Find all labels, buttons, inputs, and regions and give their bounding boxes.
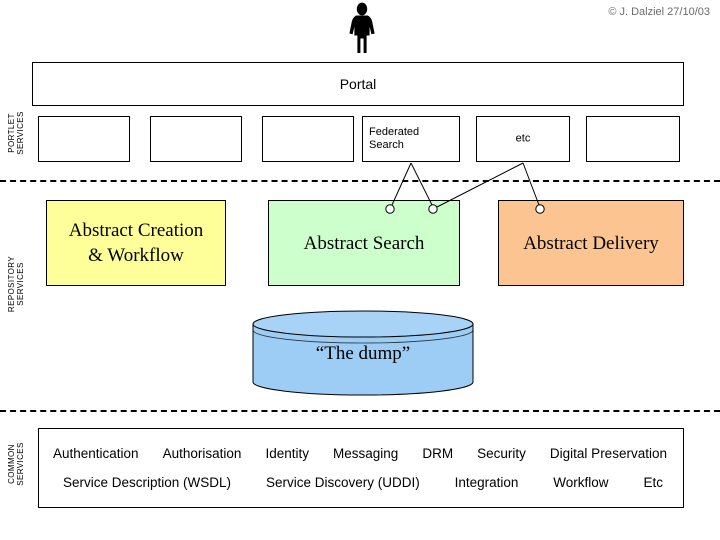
common-service-authentication[interactable]: Authentication [53,446,139,461]
portlet-label-federated-search: Federated Search [369,126,420,151]
portlet-box-3[interactable] [262,116,354,162]
portlet-box-etc[interactable]: etc [476,116,570,162]
common-service-service-description[interactable]: Service Description (WSDL) [63,475,231,490]
common-service-identity[interactable]: Identity [265,446,309,461]
abstract-creation-workflow-label: Abstract Creation & Workflow [68,220,204,266]
common-services-panel: Authentication Authorisation Identity Me… [38,428,684,508]
portlet-label-etc: etc [515,132,531,145]
portlet-box-6[interactable] [586,116,680,162]
band-label-common-services: COMMON SERVICES [7,442,25,486]
datastore-label: “The dump” [315,343,411,364]
portlet-box-1[interactable] [38,116,130,162]
abstract-creation-workflow-box[interactable]: Abstract Creation & Workflow [46,200,226,286]
portlet-box-2[interactable] [150,116,242,162]
common-service-service-discovery[interactable]: Service Discovery (UDDI) [266,475,420,490]
common-service-security[interactable]: Security [477,446,526,461]
copyright-notice: © J. Dalziel 27/10/03 [608,6,710,18]
common-service-drm[interactable]: DRM [422,446,453,461]
portal-bar[interactable]: Portal [32,62,684,106]
band-divider-repository-common [0,410,720,412]
common-service-authorisation[interactable]: Authorisation [163,446,242,461]
portal-label: Portal [339,76,377,92]
user-silhouette-icon [344,2,380,54]
abstract-delivery-box[interactable]: Abstract Delivery [498,200,684,286]
common-service-integration[interactable]: Integration [455,475,519,490]
diagram-canvas: © J. Dalziel 27/10/03 Portal PORTLET SER… [0,0,720,540]
band-label-repository-services: REPOSITORY SERVICES [7,255,25,313]
abstract-search-label: Abstract Search [303,232,425,254]
common-service-workflow[interactable]: Workflow [553,475,608,490]
common-services-row-2: Service Description (WSDL) Service Disco… [51,468,671,497]
common-service-digital-preservation[interactable]: Digital Preservation [550,446,667,461]
band-label-portlet-services: PORTLET SERVICES [7,111,25,155]
abstract-delivery-label: Abstract Delivery [523,232,659,254]
common-service-messaging[interactable]: Messaging [333,446,398,461]
common-services-row-1: Authentication Authorisation Identity Me… [51,439,671,468]
portlet-box-federated-search[interactable]: Federated Search [362,116,460,162]
abstract-search-box[interactable]: Abstract Search [268,200,460,286]
band-divider-portlet-repository [0,180,720,182]
common-service-etc[interactable]: Etc [643,475,663,490]
